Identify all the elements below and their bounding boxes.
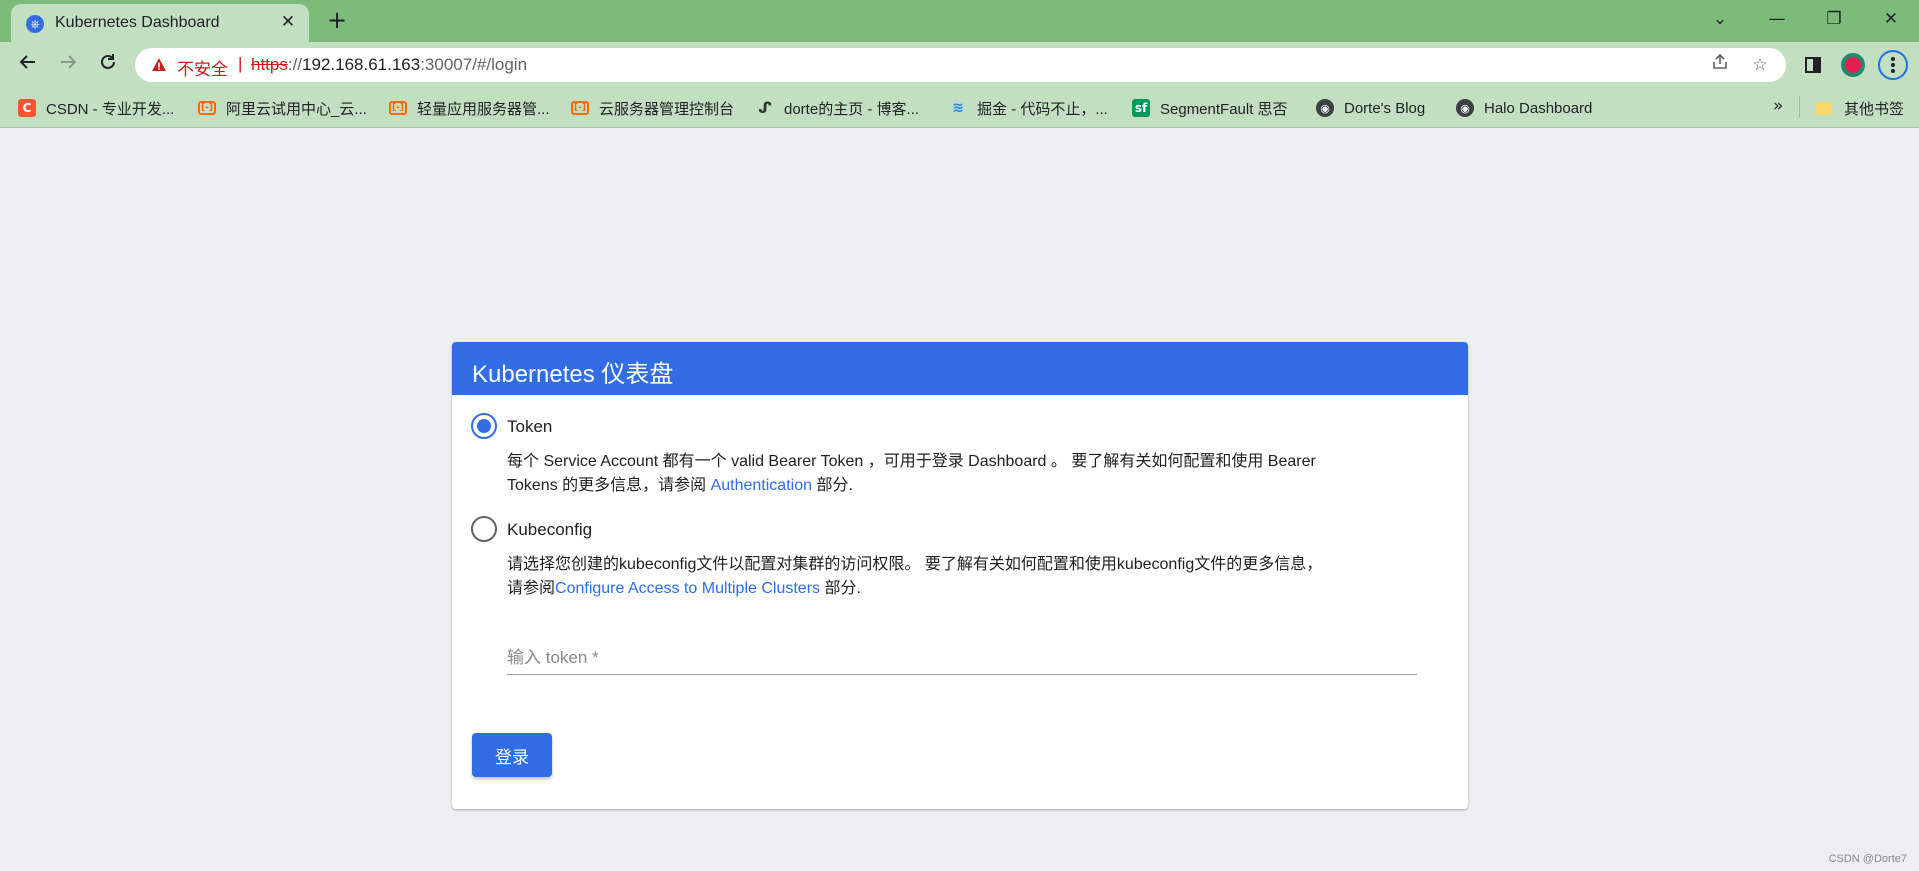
tab-search-icon[interactable]: ⌄: [1705, 6, 1735, 32]
share-arrow-icon: [1713, 53, 1727, 69]
bookmark-label: SegmentFault 思否: [1160, 100, 1288, 118]
kubeconfig-description-line: 请选择您创建的kubeconfig文件以配置对集群的访问权限。 要了解有关如何配…: [507, 556, 1323, 573]
tab-title: Kubernetes Dashboard: [55, 14, 220, 31]
forward-arrow-icon: [61, 55, 77, 69]
address-bar[interactable]: 不安全 | https://192.168.61.163:30007/#/log…: [135, 48, 1786, 82]
minimize-button[interactable]: —: [1762, 6, 1792, 32]
close-window-button[interactable]: ✕: [1876, 6, 1906, 32]
folder-icon: [1816, 101, 1832, 115]
insecure-label[interactable]: 不安全: [177, 55, 228, 80]
url-text[interactable]: https://192.168.61.163:30007/#/login: [251, 55, 527, 75]
back-button[interactable]: [13, 50, 43, 80]
globe-icon: ◉: [1456, 99, 1474, 117]
url-path: :30007/#/login: [420, 55, 528, 74]
close-tab-icon[interactable]: ✕: [277, 11, 299, 33]
side-panel-icon: [1805, 57, 1821, 73]
aliyun-icon: [-]: [571, 101, 589, 115]
bookmark-item[interactable]: sf SegmentFault 思否: [1132, 96, 1288, 120]
menu-button[interactable]: [1878, 50, 1908, 80]
bookmark-item[interactable]: [-] 轻量应用服务器管...: [389, 96, 550, 120]
profile-avatar[interactable]: [1838, 50, 1868, 80]
bookmark-label: 阿里云试用中心_云...: [226, 100, 367, 118]
bookmark-item[interactable]: [-] 阿里云试用中心_云...: [198, 96, 367, 120]
avatar-icon: [1841, 53, 1865, 77]
side-panel-button[interactable]: [1798, 50, 1828, 80]
token-input[interactable]: [507, 645, 1417, 671]
bookmark-label: dorte的主页 - 博客...: [784, 100, 920, 118]
segmentfault-icon: sf: [1132, 99, 1150, 117]
bookmark-item[interactable]: C CSDN - 专业开发...: [18, 96, 174, 120]
bookmark-label: 云服务器管理控制台: [599, 100, 735, 118]
back-arrow-icon: [19, 55, 35, 69]
bookmark-label: Dorte's Blog: [1344, 99, 1426, 117]
aliyun-icon: [-]: [389, 101, 407, 115]
browser-tab[interactable]: ⎈ Kubernetes Dashboard ✕: [11, 4, 309, 42]
dorte-icon: ᔑ: [758, 99, 772, 117]
token-description-suffix: 部分.: [812, 477, 853, 494]
login-button[interactable]: 登录: [472, 733, 552, 777]
kubeconfig-description-line-2: 请参阅Configure Access to Multiple Clusters…: [507, 577, 1407, 601]
token-field: [507, 639, 1417, 675]
browser-toolbar: 不安全 | https://192.168.61.163:30007/#/log…: [0, 42, 1919, 88]
other-bookmarks-folder[interactable]: 其他书签: [1816, 96, 1904, 120]
warning-icon: [152, 58, 166, 71]
juejin-icon: ≋: [952, 100, 964, 116]
kebab-menu-icon: [1878, 50, 1908, 80]
token-description-line: 每个 Service Account 都有一个 valid Bearer Tok…: [507, 453, 1316, 470]
kubeconfig-description-prefix: 请参阅: [507, 580, 556, 597]
token-description: 每个 Service Account 都有一个 valid Bearer Tok…: [507, 450, 1407, 498]
url-host: 192.168.61.163: [302, 55, 421, 74]
new-tab-button[interactable]: +: [325, 8, 349, 32]
share-icon[interactable]: [1708, 53, 1732, 77]
forward-button[interactable]: [53, 50, 83, 80]
url-scheme-separator: ://: [287, 55, 303, 74]
authentication-link[interactable]: Authentication: [711, 477, 812, 494]
aliyun-icon: [-]: [198, 101, 216, 115]
other-bookmarks-label: 其他书签: [1844, 100, 1905, 118]
bookmark-label: 掘金 - 代码不止，...: [977, 100, 1108, 118]
bookmarks-bar: C CSDN - 专业开发... [-] 阿里云试用中心_云... [-] 轻量…: [0, 88, 1919, 128]
bookmark-item[interactable]: [-] 云服务器管理控制台: [571, 96, 734, 120]
bookmark-label: Halo Dashboard: [1484, 99, 1593, 117]
restore-button[interactable]: ❐: [1819, 6, 1849, 32]
card-header: Kubernetes 仪表盘: [452, 342, 1468, 395]
reload-button[interactable]: [93, 50, 123, 80]
kubeconfig-option-label[interactable]: Kubeconfig: [507, 520, 592, 540]
url-scheme: https: [251, 55, 288, 74]
kubeconfig-description: 请选择您创建的kubeconfig文件以配置对集群的访问权限。 要了解有关如何配…: [507, 553, 1407, 601]
bookmark-item[interactable]: ᔑ dorte的主页 - 博客...: [756, 96, 919, 120]
configure-access-link[interactable]: Configure Access to Multiple Clusters: [555, 580, 820, 597]
token-description-line-2: Tokens 的更多信息，请参阅 Authentication 部分.: [507, 474, 1407, 498]
token-option-label[interactable]: Token: [507, 417, 552, 437]
address-separator: |: [238, 54, 243, 73]
bookmarks-overflow-button[interactable]: »: [1773, 96, 1783, 116]
kubeconfig-description-suffix: 部分.: [820, 580, 861, 597]
bookmark-item[interactable]: ◉ Dorte's Blog: [1316, 96, 1425, 120]
bookmark-label: 轻量应用服务器管...: [417, 100, 550, 118]
bookmark-item[interactable]: ◉ Halo Dashboard: [1456, 96, 1592, 120]
csdn-icon: C: [18, 99, 36, 117]
globe-icon: ◉: [1316, 99, 1334, 117]
bookmark-star-icon[interactable]: ☆: [1748, 53, 1772, 77]
kubeconfig-radio[interactable]: [471, 516, 497, 542]
page-title: Kubernetes 仪表盘: [472, 361, 674, 388]
login-card: Kubernetes 仪表盘 Token 每个 Service Account …: [452, 342, 1468, 809]
token-radio[interactable]: [471, 413, 497, 439]
reload-icon: [101, 54, 115, 69]
watermark: CSDN @Dorte7: [1828, 853, 1907, 865]
token-description-prefix: Tokens 的更多信息，请参阅: [507, 477, 711, 494]
browser-tab-bar: ⎈ Kubernetes Dashboard ✕ + ⌄ — ❐ ✕: [0, 0, 1919, 42]
bookmark-label: CSDN - 专业开发...: [46, 100, 175, 118]
bookmark-item[interactable]: ≋ 掘金 - 代码不止，...: [949, 96, 1108, 120]
bookmarks-divider: [1799, 96, 1800, 118]
kubernetes-icon: ⎈: [26, 15, 44, 33]
